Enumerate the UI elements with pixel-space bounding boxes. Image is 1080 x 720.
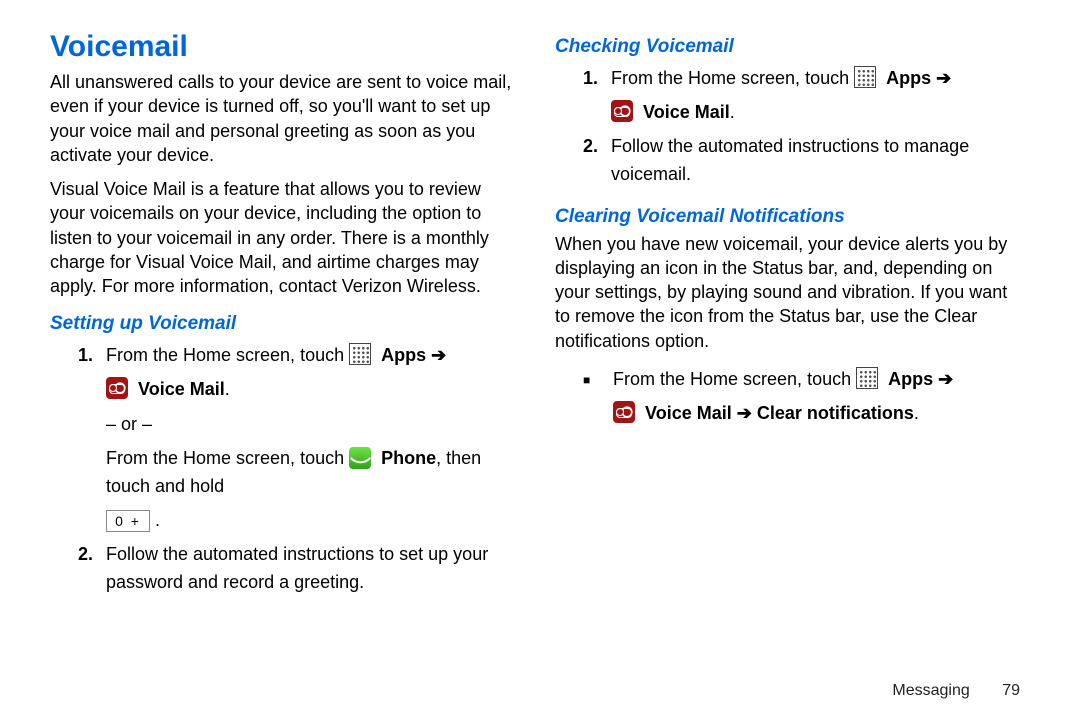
voicemail-icon [613, 401, 635, 423]
step-text: Follow the automated instructions to man… [611, 133, 1024, 189]
arrow-icon: ➔ [431, 345, 446, 365]
text-fragment: . [225, 379, 230, 399]
footer-section-name: Messaging [892, 682, 969, 699]
square-bullet-icon: ■ [583, 373, 603, 387]
phone-icon [349, 447, 371, 469]
clear-notif-label: Clear notifications [757, 403, 914, 423]
manual-page: Voicemail All unanswered calls to your d… [0, 0, 1080, 720]
clearing-bullet: ■ From the Home screen, touch Apps ➔ Voi… [555, 363, 1024, 431]
bullet-text: From the Home screen, touch Apps ➔ Voice… [613, 366, 953, 428]
clearing-heading: Clearing Voicemail Notifications [555, 206, 1024, 228]
page-title: Voicemail [50, 30, 519, 64]
arrow-icon: ➔ [936, 68, 951, 88]
text-fragment: From the Home screen, touch [106, 448, 349, 468]
setup-step-1: 1. From the Home screen, touch Apps ➔ Vo… [50, 339, 519, 538]
text-fragment: From the Home screen, touch [106, 345, 349, 365]
text-fragment: From the Home screen, touch [613, 369, 856, 389]
two-column-layout: Voicemail All unanswered calls to your d… [50, 30, 1024, 600]
page-footer: Messaging 79 [892, 682, 1020, 700]
intro-paragraph-1: All unanswered calls to your device are … [50, 70, 519, 167]
or-text: – or – [106, 411, 152, 439]
voicemail-label: Voice Mail [643, 102, 730, 122]
voicemail-label: Voice Mail [138, 379, 225, 399]
arrow-icon: ➔ [938, 369, 953, 389]
intro-paragraph-2: Visual Voice Mail is a feature that allo… [50, 177, 519, 298]
checking-heading: Checking Voicemail [555, 36, 1024, 58]
voicemail-icon [611, 100, 633, 122]
text-fragment: . [155, 510, 160, 530]
apps-label: Apps [886, 68, 931, 88]
text-fragment: . [914, 403, 919, 423]
checking-step-2: 2. Follow the automated instructions to … [555, 130, 1024, 192]
setup-heading: Setting up Voicemail [50, 313, 519, 335]
phone-label: Phone [381, 448, 436, 468]
voicemail-icon [106, 377, 128, 399]
zero-key-icon: 0 + [106, 510, 150, 532]
step-number: 2. [78, 544, 98, 565]
clearing-paragraph: When you have new voicemail, your device… [555, 232, 1024, 353]
step-number: 2. [583, 136, 603, 157]
apps-label: Apps [888, 369, 933, 389]
step-text: Follow the automated instructions to set… [106, 541, 519, 597]
step-number: 1. [78, 345, 98, 366]
apps-icon [856, 367, 878, 389]
right-column: Checking Voicemail 1. From the Home scre… [555, 30, 1024, 600]
apps-icon [349, 343, 371, 365]
voicemail-label: Voice Mail [645, 403, 732, 423]
arrow-icon: ➔ [737, 403, 752, 423]
footer-page-number: 79 [1002, 682, 1020, 699]
step-text: From the Home screen, touch Apps ➔ Voice… [611, 65, 951, 127]
setup-step-2: 2. Follow the automated instructions to … [50, 538, 519, 600]
setup-steps: 1. From the Home screen, touch Apps ➔ Vo… [50, 339, 519, 600]
clearing-bullet-list: ■ From the Home screen, touch Apps ➔ Voi… [555, 363, 1024, 431]
step-text: From the Home screen, touch Apps ➔ Voice… [106, 342, 519, 535]
step-number: 1. [583, 68, 603, 89]
checking-steps: 1. From the Home screen, touch Apps ➔ Vo… [555, 62, 1024, 192]
text-fragment: From the Home screen, touch [611, 68, 854, 88]
text-fragment: . [730, 102, 735, 122]
left-column: Voicemail All unanswered calls to your d… [50, 30, 519, 600]
checking-step-1: 1. From the Home screen, touch Apps ➔ Vo… [555, 62, 1024, 130]
apps-icon [854, 66, 876, 88]
apps-label: Apps [381, 345, 426, 365]
